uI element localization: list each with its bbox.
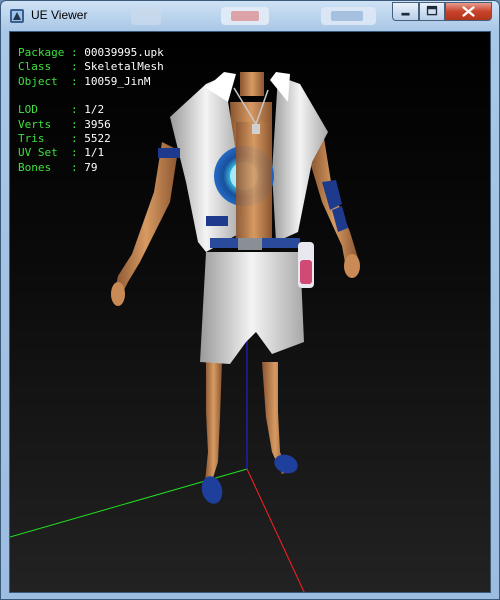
info-row-class: Class : SkeletalMesh xyxy=(18,60,164,74)
title-bar[interactable]: UE Viewer xyxy=(1,1,499,31)
close-button[interactable] xyxy=(445,2,492,21)
close-icon xyxy=(462,6,475,17)
info-row-tris: Tris : 5522 xyxy=(18,132,111,146)
maximize-icon xyxy=(426,5,438,16)
info-row-object: Object : 10059_JinM xyxy=(18,74,151,88)
maximize-button[interactable] xyxy=(419,2,445,21)
info-gap xyxy=(18,89,164,103)
info-row-lod: LOD : 1/2 xyxy=(18,103,105,117)
minimize-button[interactable] xyxy=(392,2,419,21)
info-row-package: Package : 00039995.upk xyxy=(18,46,164,59)
3d-viewport[interactable]: Package : 00039995.upk Class : SkeletalM… xyxy=(9,31,491,593)
minimize-icon xyxy=(401,12,410,16)
mesh-info-overlay: Package : 00039995.upk Class : SkeletalM… xyxy=(18,46,164,175)
info-row-bones: Bones : 79 xyxy=(18,160,98,174)
info-row-verts: Verts : 3956 xyxy=(18,117,111,131)
info-row-uvset: UV Set : 1/1 xyxy=(18,146,105,160)
background-blur-decoration xyxy=(131,7,376,25)
app-icon xyxy=(10,9,24,23)
window-title: UE Viewer xyxy=(31,8,88,22)
app-window: UE Viewer Package: 00039995.upk Class:… xyxy=(0,0,500,600)
axis-x-line xyxy=(246,468,305,592)
